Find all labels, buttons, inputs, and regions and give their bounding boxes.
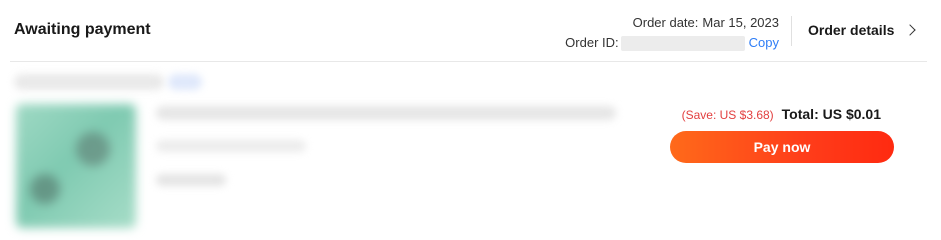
thumbnail-shape xyxy=(30,174,60,204)
order-total-row: (Save: US $3.68) Total: US $0.01 xyxy=(682,106,881,122)
order-meta: Order date: Mar 15, 2023 Order ID: Copy xyxy=(565,13,779,53)
order-date-value: Mar 15, 2023 xyxy=(702,15,779,30)
header-vertical-divider xyxy=(791,16,792,46)
order-status-title: Awaiting payment xyxy=(14,21,151,38)
store-name-blurred xyxy=(14,74,164,90)
header-divider xyxy=(10,61,927,62)
copy-order-id-link[interactable]: Copy xyxy=(749,33,779,53)
order-id-masked-value xyxy=(620,35,745,51)
product-quantity-blurred xyxy=(156,174,226,186)
thumbnail-shape xyxy=(76,132,110,166)
order-total-text: Total: US $0.01 xyxy=(781,106,881,122)
order-id-row: Order ID: Copy xyxy=(565,33,779,53)
order-id-label: Order ID: xyxy=(565,35,619,50)
product-thumbnail[interactable] xyxy=(16,104,136,228)
order-header: Awaiting payment Order date: Mar 15, 202… xyxy=(0,0,941,62)
pay-now-button[interactable]: Pay now xyxy=(670,131,894,163)
store-badge-blurred xyxy=(168,74,202,90)
order-details-label: Order details xyxy=(808,22,895,38)
order-date-label: Order date: xyxy=(632,15,699,30)
order-date-row: Order date: Mar 15, 2023 xyxy=(565,13,779,33)
chevron-right-icon xyxy=(904,23,917,36)
order-details-link[interactable]: Order details xyxy=(808,22,917,38)
product-title-blurred[interactable] xyxy=(156,106,616,120)
savings-text: (Save: US $3.68) xyxy=(681,108,774,122)
product-variant-blurred xyxy=(156,140,306,152)
order-card: Awaiting payment Order date: Mar 15, 202… xyxy=(0,0,941,240)
